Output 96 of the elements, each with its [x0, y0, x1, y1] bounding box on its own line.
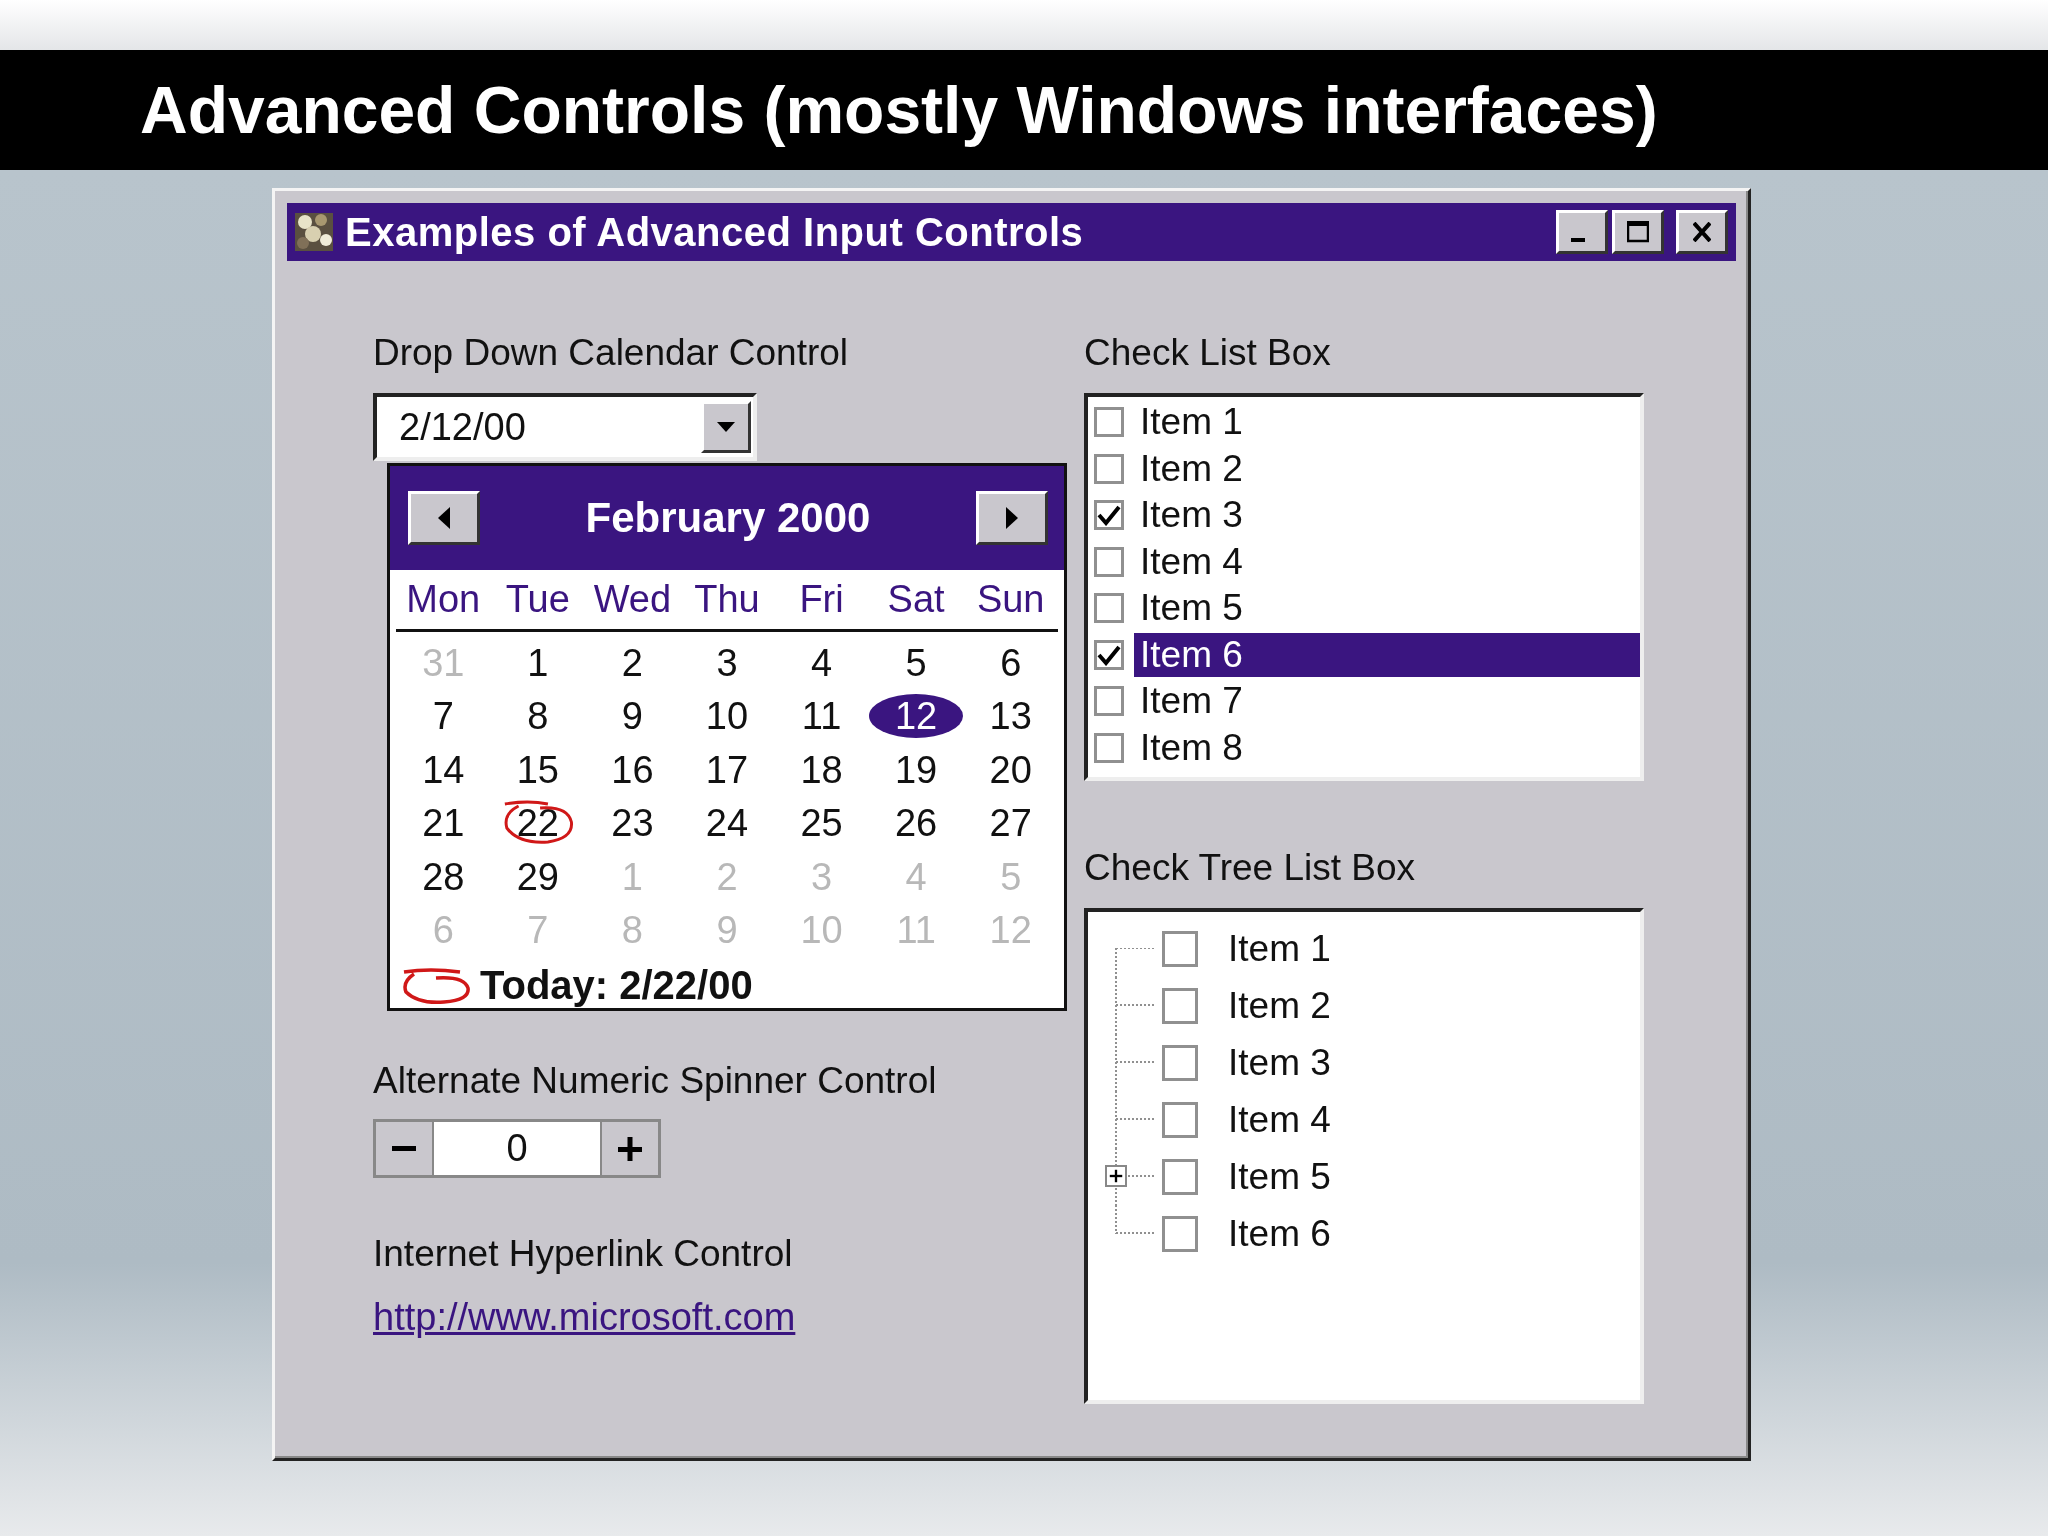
calendar-day[interactable]: 28: [412, 854, 475, 899]
calendar-day[interactable]: 14: [412, 747, 475, 792]
checkbox[interactable]: [1162, 1215, 1198, 1252]
calendar-day[interactable]: 16: [601, 747, 664, 792]
close-icon: [1693, 222, 1711, 242]
calendar-day[interactable]: 7: [422, 694, 464, 739]
minimize-button[interactable]: [1556, 210, 1608, 254]
calendar-day[interactable]: 25: [790, 801, 853, 846]
checkbox[interactable]: [1162, 1101, 1198, 1138]
section-label: Alternate Numeric Spinner Control: [373, 1059, 938, 1103]
calendar-day[interactable]: 17: [695, 747, 759, 792]
weekday-label: Thu: [694, 578, 760, 622]
calendar-day[interactable]: 11: [791, 694, 852, 739]
weekday-label: Sat: [887, 578, 945, 622]
date-dropdown[interactable]: 2/12/00: [373, 393, 757, 461]
list-item[interactable]: Item 4: [1134, 539, 1640, 584]
expand-button[interactable]: [1105, 1165, 1127, 1187]
checkbox[interactable]: [1162, 1044, 1198, 1081]
section-label: Internet Hyperlink Control: [373, 1232, 794, 1276]
checkbox[interactable]: [1162, 930, 1198, 967]
calendar-day[interactable]: 13: [979, 694, 1042, 739]
window-title: Examples of Advanced Input Controls: [345, 209, 1085, 255]
weekday-label: Mon: [406, 578, 481, 622]
next-month-button[interactable]: [976, 491, 1048, 546]
checkbox[interactable]: [1162, 1158, 1198, 1195]
list-item[interactable]: Item 2: [1134, 446, 1640, 491]
checkbox[interactable]: [1094, 593, 1124, 624]
calendar-day[interactable]: 4: [801, 640, 843, 685]
calendar-day[interactable]: 19: [885, 747, 948, 792]
tree-item[interactable]: Item 6: [1228, 1212, 1331, 1255]
checkbox[interactable]: [1094, 500, 1124, 531]
list-item[interactable]: Item 1: [1134, 400, 1640, 445]
today-label[interactable]: Today: 2/22/00: [480, 963, 753, 1008]
maximize-icon: [1627, 221, 1649, 243]
calendar-day[interactable]: 6: [990, 640, 1032, 685]
dropdown-button[interactable]: [701, 401, 751, 453]
calendar-day[interactable]: 10: [695, 694, 759, 739]
plus-icon: [1109, 1169, 1123, 1183]
list-item[interactable]: Item 3: [1134, 493, 1640, 538]
list-item[interactable]: Item 5: [1134, 586, 1640, 631]
calendar-day[interactable]: 8: [517, 694, 559, 739]
calendar-day[interactable]: 1: [517, 640, 559, 685]
calendar-day[interactable]: 18: [790, 747, 853, 792]
plus-icon: [617, 1135, 643, 1162]
left-arrow-icon: [436, 506, 452, 531]
calendar-day[interactable]: 29: [506, 854, 569, 899]
calendar-day[interactable]: 26: [885, 801, 948, 846]
checkbox[interactable]: [1094, 639, 1124, 670]
calendar-day[interactable]: 2: [611, 640, 653, 685]
tree-item[interactable]: Item 1: [1228, 927, 1331, 970]
checkbox[interactable]: [1094, 546, 1124, 577]
calendar-day[interactable]: 12: [869, 694, 964, 739]
calendar-day[interactable]: 3: [706, 640, 748, 685]
weekday-label: Tue: [505, 578, 570, 622]
list-item[interactable]: Item 6: [1134, 632, 1640, 677]
calendar-day[interactable]: 27: [979, 801, 1042, 846]
checkbox[interactable]: [1094, 732, 1124, 763]
weekday-label: Wed: [593, 578, 672, 622]
check-icon: [1097, 504, 1121, 527]
close-button[interactable]: [1676, 210, 1728, 254]
number-field[interactable]: 0: [434, 1122, 600, 1175]
tree-item[interactable]: Item 5: [1228, 1155, 1331, 1198]
calendar-day[interactable]: 24: [695, 801, 759, 846]
tree-line: [1115, 1034, 1155, 1091]
checkbox[interactable]: [1162, 987, 1198, 1024]
minimize-icon: [1571, 238, 1585, 242]
maximize-button[interactable]: [1612, 210, 1664, 254]
section-label: Check Tree List Box: [1084, 846, 1417, 890]
calendar-day[interactable]: 20: [979, 747, 1042, 792]
calendar-day[interactable]: 15: [506, 747, 569, 792]
weekday-label: Sun: [976, 578, 1045, 622]
tree-item[interactable]: Item 4: [1228, 1098, 1331, 1141]
checkbox[interactable]: [1094, 407, 1124, 438]
caret-icon: [716, 420, 736, 434]
tree-item[interactable]: Item 2: [1228, 984, 1331, 1027]
calendar-day[interactable]: 21: [412, 801, 475, 846]
check-icon: [1097, 643, 1121, 666]
weekday-label: Fri: [799, 578, 844, 622]
month-title: February 2000: [585, 494, 871, 543]
previous-month-button[interactable]: [408, 491, 480, 546]
right-arrow-icon: [1004, 506, 1020, 531]
list-item[interactable]: Item 7: [1134, 679, 1640, 724]
section-label: Check List Box: [1084, 331, 1332, 375]
tree-line: [1115, 1091, 1155, 1148]
checkbox[interactable]: [1094, 453, 1124, 484]
hyperlink[interactable]: http://www.microsoft.com: [373, 1296, 796, 1339]
calendar-day[interactable]: 22: [498, 798, 577, 849]
checkbox[interactable]: [1094, 686, 1124, 717]
minus-icon: [392, 1146, 416, 1151]
slide-title: Advanced Controls (mostly Windows interfaces): [140, 72, 1658, 148]
calendar-day[interactable]: 9: [611, 694, 653, 739]
section-label: Drop Down Calendar Control: [373, 331, 850, 375]
tree-item[interactable]: Item 3: [1228, 1041, 1331, 1084]
calendar-day[interactable]: 23: [601, 801, 664, 846]
list-item[interactable]: Item 8: [1134, 725, 1640, 770]
calendar-day[interactable]: 5: [895, 640, 937, 685]
